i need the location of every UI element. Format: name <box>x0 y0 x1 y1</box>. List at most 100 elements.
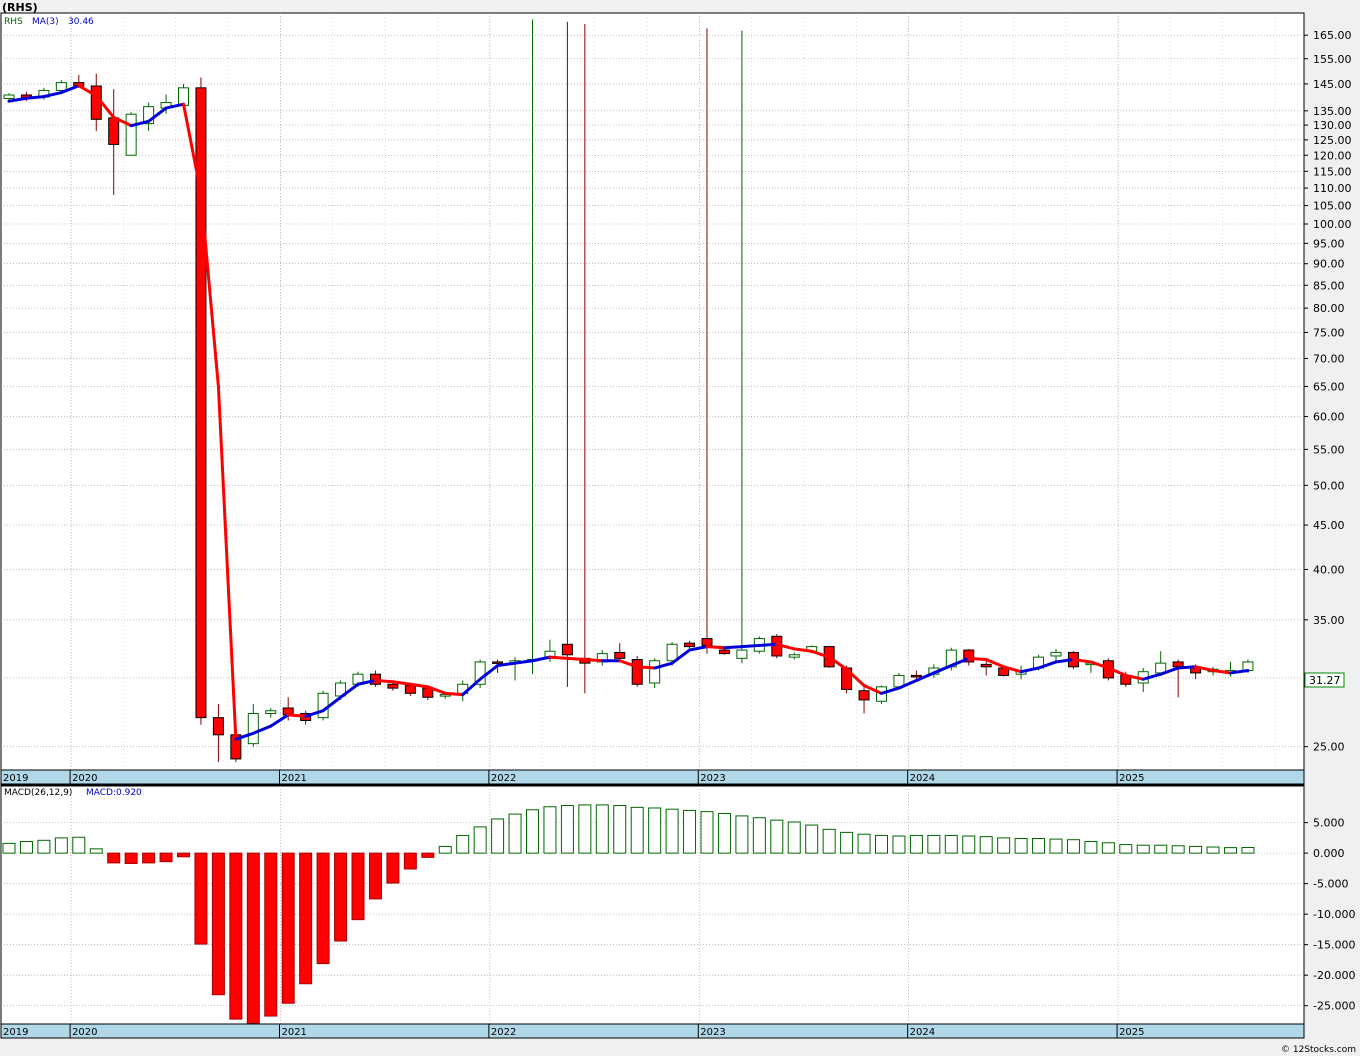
macd-bar <box>543 806 557 854</box>
macd-bar <box>334 852 348 942</box>
macd-bar <box>299 852 313 985</box>
macd-bar <box>229 852 243 1020</box>
macd-bar <box>37 839 51 854</box>
ma-segment <box>24 95 46 100</box>
price-tick-label: 165.00 <box>1313 29 1352 42</box>
macd-bar <box>491 818 505 854</box>
price-tick-label: 35.00 <box>1313 614 1345 627</box>
price-tick-label: 105.00 <box>1313 200 1352 213</box>
macd-bar <box>962 835 976 854</box>
price-tick-label: 135.00 <box>1313 105 1352 118</box>
macd-bar <box>438 845 452 854</box>
candle-body <box>666 643 678 662</box>
price-tick-label: 60.00 <box>1313 411 1345 424</box>
macd-year-label: 2020 <box>72 1027 97 1038</box>
macd-bar <box>578 804 592 854</box>
macd-bar <box>1241 847 1255 854</box>
site-credit: © 12Stocks.com <box>1281 1045 1356 1055</box>
macd-bar <box>1224 847 1237 854</box>
price-tick-label: 50.00 <box>1313 479 1345 492</box>
macd-bar <box>700 811 714 854</box>
macd-year-label: 2023 <box>700 1027 725 1038</box>
macd-value: MACD:0.920 <box>86 788 142 798</box>
macd-bar <box>264 852 278 1017</box>
price-tick-label: 100.00 <box>1313 218 1352 231</box>
macd-bar <box>875 834 888 854</box>
ma-segment <box>286 713 308 718</box>
ma-segment <box>757 642 779 647</box>
macd-bar <box>1206 846 1220 854</box>
macd-bar <box>107 852 121 864</box>
macd-year-label: 2024 <box>910 1027 935 1038</box>
macd-bar <box>892 835 906 854</box>
price-tick-label: 80.00 <box>1313 302 1345 315</box>
macd-bar <box>368 852 382 900</box>
ma-segment <box>1176 665 1198 670</box>
ma-segment <box>373 678 395 684</box>
macd-bar <box>944 834 958 854</box>
chart-root: 25.0030.0035.0040.0045.0050.0055.0060.00… <box>0 0 1360 1056</box>
macd-bar <box>595 804 609 854</box>
macd-bar <box>351 852 365 921</box>
macd-bar <box>1189 845 1203 854</box>
macd-bar <box>246 852 260 1024</box>
macd-legend: MACD(26,12,9) <box>4 788 72 798</box>
macd-bar <box>142 852 156 864</box>
macd-tick-label: 5.000 <box>1313 817 1345 830</box>
macd-bar <box>927 834 941 854</box>
ma-segment <box>740 643 761 649</box>
macd-bar <box>1136 844 1150 854</box>
macd-tick-label: -10.000 <box>1313 908 1355 921</box>
candle-body <box>404 685 416 694</box>
candle-body <box>1050 651 1062 657</box>
macd-bar <box>840 831 854 854</box>
macd-bar <box>665 808 679 854</box>
price-tick-label: 95.00 <box>1313 237 1345 250</box>
ma-segment <box>705 645 726 650</box>
macd-bar <box>1049 838 1063 854</box>
macd-tick-label: -5.000 <box>1313 878 1348 891</box>
price-tick-label: 115.00 <box>1313 165 1352 178</box>
candle-body <box>265 710 277 714</box>
macd-bar <box>456 834 470 854</box>
macd-year-label: 2021 <box>281 1027 306 1038</box>
last-price-label: 31.27 <box>1309 674 1341 687</box>
price-tick-label: 45.00 <box>1313 519 1345 532</box>
price-tick-label: 85.00 <box>1313 279 1345 292</box>
macd-bar <box>2 842 16 854</box>
candle-body <box>649 660 661 684</box>
macd-bar <box>1119 844 1133 854</box>
ma-segment <box>565 656 587 662</box>
price-tick-label: 65.00 <box>1313 380 1345 393</box>
price-tick-label: 125.00 <box>1313 134 1352 147</box>
candle-body <box>910 674 922 678</box>
macd-bar <box>770 819 784 854</box>
price-year-label: 2022 <box>491 773 516 784</box>
macd-year-label: 2025 <box>1119 1027 1144 1038</box>
candle-body <box>1172 661 1184 668</box>
macd-bar <box>421 852 435 858</box>
macd-bar <box>1101 842 1115 854</box>
candle-body <box>701 638 713 646</box>
candle-body <box>90 85 102 120</box>
candle-body <box>212 717 224 736</box>
macd-bar <box>1014 837 1028 854</box>
candle-body <box>55 82 67 91</box>
ma-segment <box>548 655 569 660</box>
macd-year-label: 2022 <box>491 1027 516 1038</box>
price-year-label: 2024 <box>910 773 935 784</box>
macd-bar <box>822 828 836 854</box>
macd-bar <box>1032 837 1046 854</box>
candle-body <box>858 690 870 701</box>
candle-body <box>247 712 259 745</box>
chart-title: (RHS) <box>2 1 38 14</box>
macd-bar <box>473 826 487 854</box>
macd-tick-label: 0.000 <box>1313 847 1345 860</box>
candle-body <box>718 649 730 655</box>
ma-legend: MA(3) <box>32 17 59 27</box>
macd-bar <box>1154 844 1168 854</box>
macd-bar <box>72 836 86 854</box>
candle-body <box>125 113 137 156</box>
macd-bar <box>508 813 522 854</box>
price-year-label: 2020 <box>72 773 97 784</box>
